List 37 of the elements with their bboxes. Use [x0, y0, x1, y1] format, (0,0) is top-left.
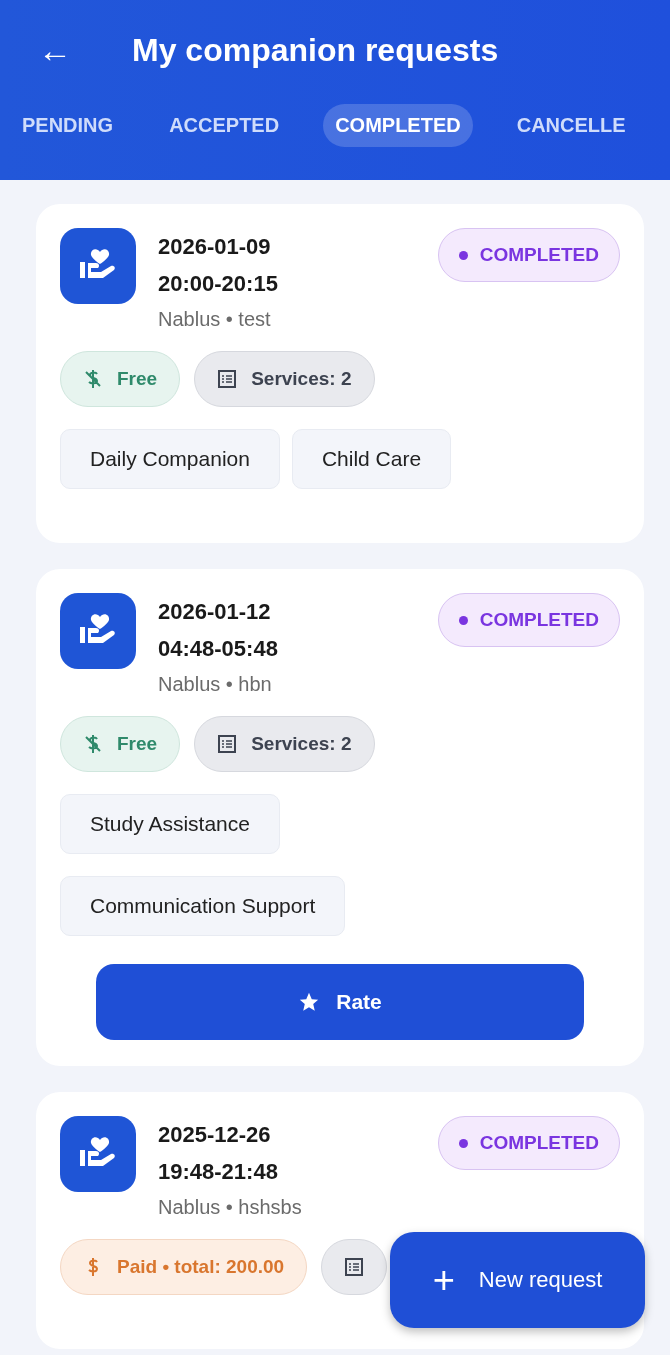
heart-hand-icon — [60, 228, 136, 304]
services-chip: Services: 2 — [194, 716, 375, 772]
request-date: 2026-01-12 — [158, 598, 272, 626]
tab[interactable]: ACCEPTED — [169, 104, 280, 147]
no-money-icon — [83, 734, 103, 754]
request-date: 2025-12-26 — [158, 1121, 272, 1149]
list-icon — [217, 369, 238, 389]
status-badge: COMPLETED — [437, 1116, 620, 1170]
no-money-icon — [83, 369, 103, 389]
free-chip: Free — [60, 351, 181, 407]
status-badge: COMPLETED — [437, 228, 620, 282]
rate-button[interactable]: Rate — [96, 964, 584, 1040]
request-date: 2026-01-09 — [158, 233, 272, 261]
tab[interactable]: PENDING — [22, 104, 114, 147]
request-location: Nablus • hbn — [158, 673, 273, 696]
request-time: 20:00-20:15 — [158, 270, 279, 298]
paid-chip: Paid • total: 200.00 — [60, 1239, 308, 1295]
request-time: 04:48-05:48 — [158, 635, 279, 663]
request-time: 19:48-21:48 — [158, 1158, 279, 1186]
list-icon — [217, 734, 238, 754]
service-tag: Communication Support — [60, 876, 346, 936]
heart-hand-icon — [60, 1116, 136, 1192]
service-tag: Study Assistance — [60, 794, 280, 854]
service-tag: Daily Companion — [60, 429, 280, 489]
heart-hand-icon — [60, 593, 136, 669]
status-badge: COMPLETED — [437, 593, 620, 647]
back-button[interactable]: ← — [38, 33, 132, 67]
free-chip: Free — [60, 716, 181, 772]
page-title: My companion requests — [132, 31, 499, 69]
request-location: Nablus • hshsbs — [158, 1196, 303, 1219]
tab[interactable]: CANCELLE — [516, 104, 626, 147]
list-icon — [344, 1257, 365, 1277]
request-location: Nablus • test — [158, 308, 272, 331]
tab[interactable]: COMPLETED — [323, 104, 473, 147]
new-request-button[interactable]: + New request — [390, 1232, 645, 1328]
services-chip: Services: 2 — [194, 351, 375, 407]
service-tag: Child Care — [291, 429, 452, 489]
